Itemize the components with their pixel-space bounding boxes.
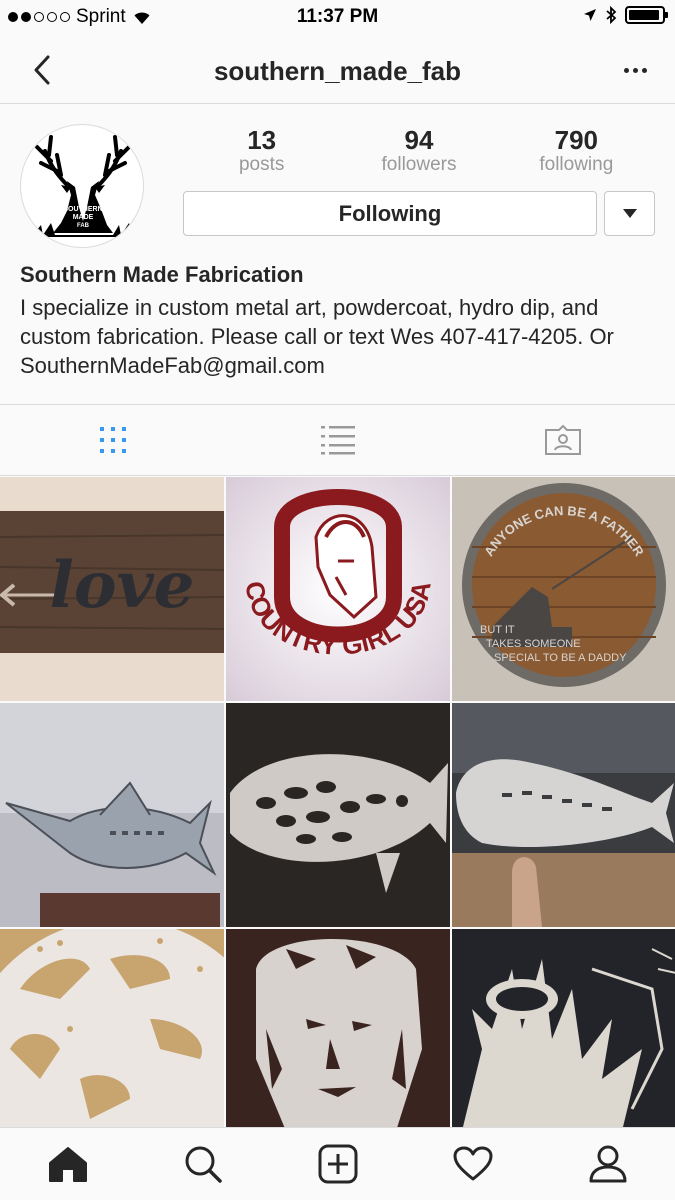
post-thumbnail-grouper-cutout[interactable] — [226, 703, 450, 927]
suggested-accounts-dropdown-button[interactable] — [604, 191, 655, 236]
post-text-love: love — [50, 548, 195, 623]
deer-logo-icon: SOUTHERN MADE FAB — [31, 135, 133, 237]
posts-grid: love COUNTRY GIRL USA ANYONE CAN BE A FA… — [0, 477, 675, 1127]
profile-icon — [589, 1145, 626, 1183]
tab-list-view[interactable] — [225, 405, 450, 475]
location-arrow-icon — [584, 9, 596, 21]
post-thumbnail-country-girl-usa[interactable]: COUNTRY GIRL USA — [226, 477, 450, 701]
svg-text:SPECIAL TO BE A DADDY: SPECIAL TO BE A DADDY — [494, 652, 627, 664]
profile-bio-text: I specialize in custom metal art, powder… — [20, 295, 614, 378]
list-icon — [320, 426, 355, 455]
profile-view-tabs — [0, 404, 675, 476]
bottom-tab-bar — [0, 1127, 675, 1200]
home-icon — [48, 1147, 87, 1182]
post-thumbnail-marlin-cutout[interactable] — [0, 703, 224, 927]
stat-label: followers — [381, 154, 457, 175]
stat-label: following — [539, 154, 614, 175]
status-right — [583, 6, 668, 24]
nav-search[interactable] — [135, 1128, 270, 1200]
heart-icon — [453, 1146, 492, 1181]
tagged-person-icon — [544, 424, 581, 455]
more-horizontal-icon — [623, 67, 629, 73]
svg-text:TAKES SOMEONE: TAKES SOMEONE — [486, 638, 581, 650]
post-thumbnail-reef-cutout[interactable] — [452, 929, 675, 1127]
search-icon — [185, 1146, 222, 1183]
profile-full-name: Southern Made Fabrication — [20, 262, 304, 287]
post-thumbnail-father-sign[interactable]: ANYONE CAN BE A FATHER BUT IT TAKES SOME… — [452, 477, 675, 701]
posts-count[interactable]: 13 posts — [183, 126, 340, 178]
triangle-down-icon — [622, 208, 637, 218]
avatar[interactable]: SOUTHERN MADE FAB — [20, 124, 144, 248]
followers-count[interactable]: 94 followers — [340, 126, 497, 178]
following-button[interactable]: Following — [183, 191, 597, 236]
status-time: 11:37 PM — [296, 6, 379, 27]
tab-grid-view[interactable] — [0, 405, 225, 475]
post-thumbnail-mahi-cutout[interactable] — [452, 703, 675, 927]
nav-profile[interactable] — [540, 1128, 675, 1200]
stat-value: 13 — [247, 125, 277, 155]
following-count[interactable]: 790 following — [498, 126, 655, 178]
more-options-button[interactable] — [617, 58, 653, 82]
post-thumbnail-love-sign[interactable]: love — [0, 477, 224, 701]
tab-tagged[interactable] — [450, 405, 675, 475]
nav-home[interactable] — [0, 1128, 135, 1200]
profile-bio: Southern Made Fabrication I specialize i… — [20, 260, 660, 380]
add-post-icon — [318, 1144, 357, 1184]
svg-text:MADE: MADE — [73, 214, 94, 221]
svg-text:FAB: FAB — [77, 223, 90, 229]
stat-value: 790 — [554, 125, 599, 155]
stat-label: posts — [238, 154, 285, 175]
battery-icon — [625, 6, 668, 24]
grid-icon — [99, 427, 126, 453]
status-bar: Sprint 11:37 PM — [0, 0, 675, 36]
profile-username-title: southern_made_fab — [213, 56, 462, 86]
bluetooth-icon — [606, 6, 617, 24]
post-thumbnail-portrait-cutout[interactable] — [226, 929, 450, 1127]
nav-activity[interactable] — [405, 1128, 540, 1200]
svg-text:BUT IT: BUT IT — [480, 624, 515, 636]
svg-text:SOUTHERN: SOUTHERN — [63, 206, 102, 213]
profile-stats: 13 posts 94 followers 790 following — [183, 126, 655, 178]
nav-new-post[interactable] — [270, 1128, 405, 1200]
top-navigation-bar: southern_made_fab — [0, 36, 675, 104]
stat-value: 94 — [404, 125, 434, 155]
post-thumbnail-cut-plate[interactable] — [0, 929, 224, 1127]
